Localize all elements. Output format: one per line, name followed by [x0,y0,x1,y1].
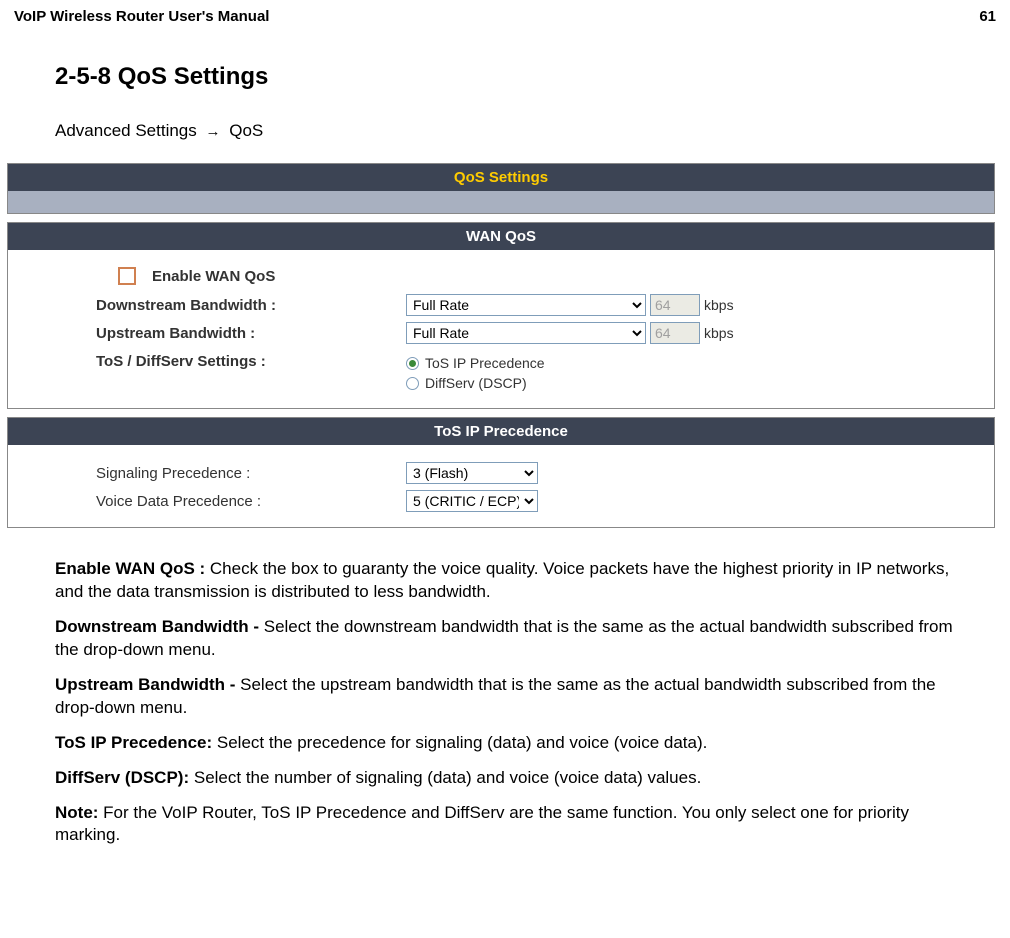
enable-wan-qos-checkbox[interactable] [118,267,136,285]
manual-title: VoIP Wireless Router User's Manual [14,8,269,25]
upstream-select[interactable]: Full Rate [406,322,646,344]
desc-tos: ToS IP Precedence: Select the precedence… [55,732,960,755]
desc-downstream: Downstream Bandwidth - Select the downst… [55,616,960,662]
downstream-unit: kbps [704,297,734,313]
tos-precedence-title: ToS IP Precedence [8,418,994,445]
desc-note-bold: Note: [55,803,103,822]
page-number: 61 [979,8,996,25]
page-heading: 2-5-8 QoS Settings [55,63,960,91]
desc-enable: Enable WAN QoS : Check the box to guaran… [55,558,960,604]
enable-wan-qos-label: Enable WAN QoS [152,268,275,285]
breadcrumb-level1: Advanced Settings [55,121,197,140]
desc-diffserv: DiffServ (DSCP): Select the number of si… [55,767,960,790]
signaling-select[interactable]: 3 (Flash) [406,462,538,484]
signaling-label: Signaling Precedence : [96,465,406,482]
qos-settings-title: QoS Settings [8,164,994,191]
wan-qos-title: WAN QoS [8,223,994,250]
voice-select[interactable]: 5 (CRITIC / ECP) [406,490,538,512]
desc-downstream-bold: Downstream Bandwidth - [55,617,264,636]
arrow-icon: → [206,123,221,140]
desc-diffserv-text: Select the number of signaling (data) an… [194,768,701,787]
desc-tos-text: Select the precedence for signaling (dat… [217,733,707,752]
upstream-label: Upstream Bandwidth : [96,325,406,342]
desc-diffserv-bold: DiffServ (DSCP): [55,768,194,787]
desc-note: Note: For the VoIP Router, ToS IP Preced… [55,802,960,848]
page-header: VoIP Wireless Router User's Manual 61 [0,0,1010,33]
upstream-input[interactable] [650,322,700,344]
desc-upstream: Upstream Bandwidth - Select the upstream… [55,674,960,720]
tos-radio[interactable] [406,357,419,370]
downstream-input[interactable] [650,294,700,316]
desc-upstream-bold: Upstream Bandwidth - [55,675,240,694]
diffserv-radio-label: DiffServ (DSCP) [425,375,527,391]
tos-diffserv-label: ToS / DiffServ Settings : [96,353,406,370]
voice-label: Voice Data Precedence : [96,493,406,510]
downstream-label: Downstream Bandwidth : [96,297,406,314]
desc-enable-bold: Enable WAN QoS : [55,559,210,578]
qos-settings-panel: QoS Settings [7,163,995,214]
upstream-unit: kbps [704,325,734,341]
wan-qos-panel: WAN QoS Enable WAN QoS Downstream Bandwi… [7,222,995,409]
tos-radio-label: ToS IP Precedence [425,355,545,371]
qos-settings-subheader [8,191,994,213]
desc-note-text: For the VoIP Router, ToS IP Precedence a… [55,803,909,845]
breadcrumb: Advanced Settings → QoS [55,121,960,141]
diffserv-radio[interactable] [406,377,419,390]
tos-precedence-panel: ToS IP Precedence Signaling Precedence :… [7,417,995,528]
breadcrumb-level2: QoS [229,121,263,140]
desc-tos-bold: ToS IP Precedence: [55,733,217,752]
downstream-select[interactable]: Full Rate [406,294,646,316]
